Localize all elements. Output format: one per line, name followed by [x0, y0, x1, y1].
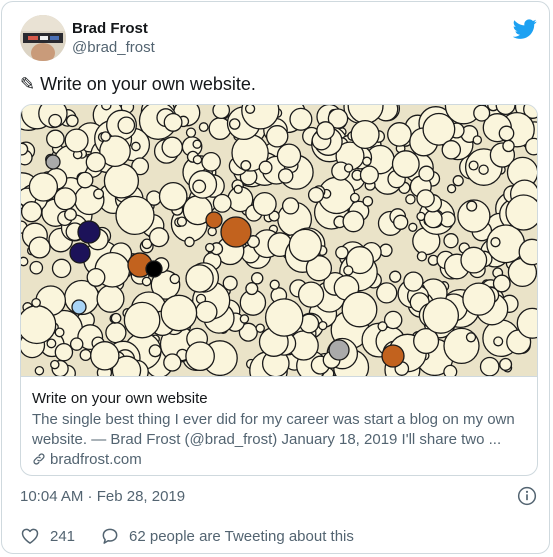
tweet-text: ✎ Write on your own website.	[20, 73, 256, 95]
link-icon	[33, 453, 45, 465]
link-preview-body[interactable]: Write on your own website The single bes…	[21, 376, 537, 475]
tweet-timestamp[interactable]: 10:04 AM · Feb 28, 2019	[20, 488, 185, 505]
like-count[interactable]: 241	[50, 528, 75, 545]
reply-bubble-icon[interactable]	[100, 526, 120, 546]
link-preview-image[interactable]	[21, 105, 537, 376]
replies-summary[interactable]: 62 people are Tweeting about this	[129, 528, 354, 545]
link-preview-card[interactable]: Write on your own website The single bes…	[20, 104, 538, 476]
twitter-bird-icon[interactable]	[513, 17, 537, 41]
link-domain-text: bradfrost.com	[50, 451, 142, 468]
pencil-icon: ✎	[20, 74, 36, 94]
link-description: The single best thing I ever did for my …	[32, 411, 515, 448]
tweet-card[interactable]: Brad Frost @brad_frost ✎ Write on your ow…	[1, 1, 550, 554]
info-icon[interactable]	[517, 486, 537, 506]
author-handle[interactable]: @brad_frost	[72, 39, 155, 56]
avatar-photo-icon	[20, 15, 66, 61]
heart-icon[interactable]	[20, 526, 40, 546]
tweet-text-body: Write on your own website.	[40, 74, 256, 94]
avatar[interactable]	[20, 15, 66, 61]
link-title[interactable]: Write on your own website	[32, 390, 208, 407]
bubbles-illustration-icon	[21, 105, 537, 376]
link-domain[interactable]: bradfrost.com	[32, 451, 142, 468]
author-name[interactable]: Brad Frost	[72, 20, 148, 37]
